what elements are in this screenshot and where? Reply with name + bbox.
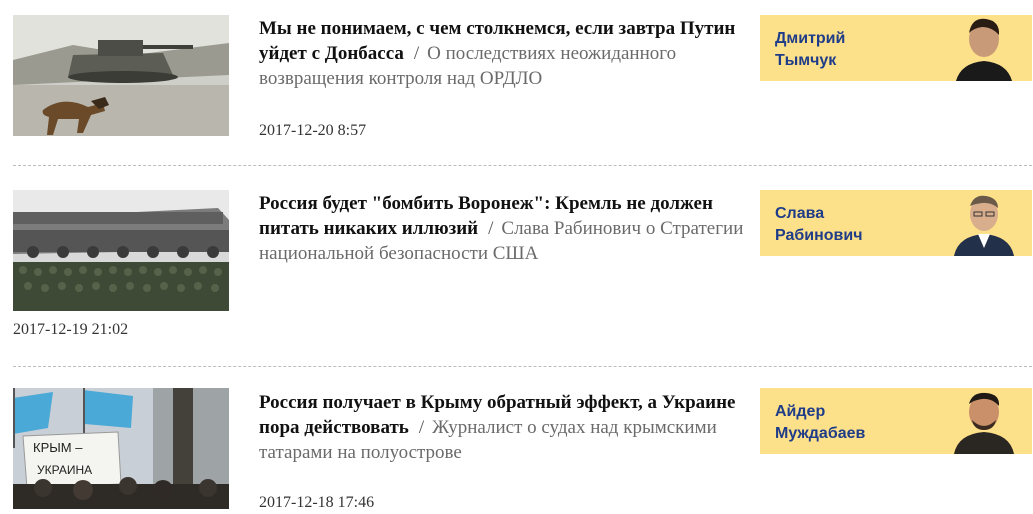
article-date: 2017-12-18 17:46	[259, 494, 375, 511]
separator: /	[413, 43, 420, 64]
author-name[interactable]: Дмитрий Тымчук	[775, 28, 905, 72]
author-badge[interactable]: Айдер Муждабаев	[760, 388, 1032, 454]
article-text: Россия получает в Крыму обратный эффект,…	[259, 390, 749, 465]
article-text: Россия будет "бомбить Воронеж": Кремль н…	[259, 191, 749, 266]
sign-text: КРЫМ –	[33, 440, 83, 455]
author-badge[interactable]: Дмитрий Тымчук	[760, 15, 1032, 81]
article-thumbnail[interactable]: КРЫМ – УКРАИНА	[13, 388, 229, 509]
author-name[interactable]: Айдер Муждабаев	[775, 401, 905, 445]
author-avatar[interactable]	[936, 15, 1032, 81]
article-item: Россия будет "бомбить Воронеж": Кремль н…	[0, 175, 1033, 360]
separator: /	[418, 417, 425, 438]
divider	[13, 165, 1032, 166]
article-item: КРЫМ – УКРАИНА Россия получает в Крыму о…	[0, 375, 1033, 514]
svg-text:УКРАИНА: УКРАИНА	[37, 463, 92, 477]
author-avatar[interactable]	[936, 388, 1032, 454]
divider	[13, 366, 1032, 367]
article-item: Мы не понимаем, с чем столкнемся, если з…	[0, 0, 1033, 160]
article-thumbnail[interactable]	[13, 15, 229, 136]
separator: /	[488, 218, 494, 239]
article-text: Мы не понимаем, с чем столкнемся, если з…	[259, 16, 749, 91]
article-thumbnail[interactable]	[13, 190, 229, 311]
author-badge[interactable]: Слава Рабинович	[760, 190, 1032, 256]
author-name[interactable]: Слава Рабинович	[775, 203, 905, 247]
article-date: 2017-12-20 8:57	[259, 122, 367, 139]
author-avatar[interactable]	[936, 190, 1032, 256]
article-date: 2017-12-19 21:02	[13, 321, 129, 338]
